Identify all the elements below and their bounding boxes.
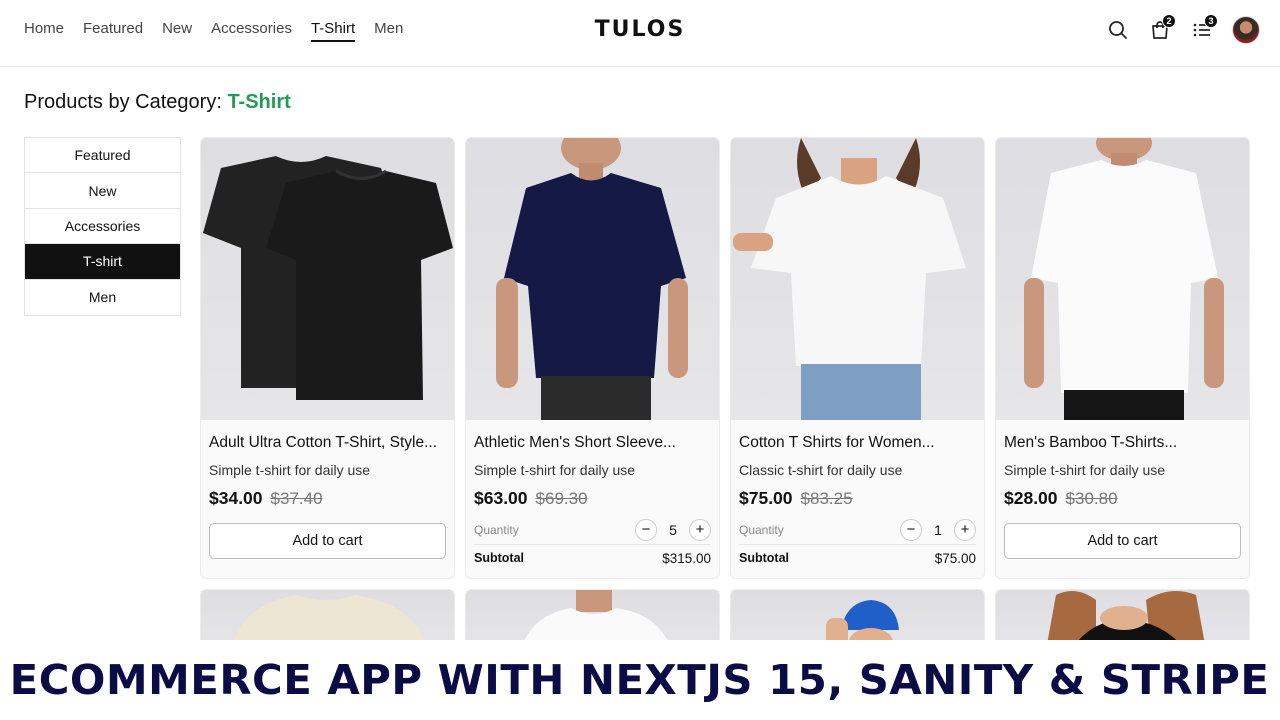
product-price: $75.00 (739, 488, 793, 508)
product-card[interactable]: Men's Bamboo T-Shirts... Simple t-shirt … (995, 137, 1250, 579)
subtotal-value: $75.00 (934, 551, 976, 566)
sidebar-item-men[interactable]: Men (25, 279, 180, 315)
brand-logo[interactable]: TULOS (0, 17, 1280, 42)
quantity-stepper: − 5 + (635, 518, 711, 541)
product-card[interactable]: Athletic Men's Short Sleeve... Simple t-… (465, 137, 720, 579)
add-to-cart-button[interactable]: Add to cart (209, 523, 446, 559)
product-card[interactable]: Adult Ultra Cotton T-Shirt, Style... Sim… (200, 137, 455, 579)
quantity-label: Quantity (474, 522, 519, 537)
price-row: $34.00 $37.40 (209, 488, 446, 509)
product-title[interactable]: Adult Ultra Cotton T-Shirt, Style... (209, 434, 446, 452)
product-old-price: $69.30 (535, 489, 588, 508)
product-image[interactable] (731, 138, 984, 420)
promo-banner: ECOMMERCE APP WITH NEXTJS 15, SANITY & S… (0, 640, 1280, 720)
banner-title: ECOMMERCE APP WITH NEXTJS 15, SANITY & S… (10, 656, 1270, 704)
page-title: Products by Category: T-Shirt (24, 91, 291, 114)
plus-icon[interactable]: + (689, 518, 711, 541)
quantity-label: Quantity (739, 522, 784, 537)
quantity-stepper: − 1 + (900, 518, 976, 541)
minus-icon[interactable]: − (635, 518, 657, 541)
quantity-value: 5 (669, 521, 677, 538)
quantity-value: 1 (934, 521, 942, 538)
shopping-bag-icon[interactable]: 2 (1148, 14, 1176, 44)
page-title-prefix: Products by Category: (24, 91, 222, 113)
subtotal-label: Subtotal (474, 551, 524, 565)
product-card[interactable]: Cotton T Shirts for Women... Classic t-s… (730, 137, 985, 579)
price-row: $28.00 $30.80 (1004, 488, 1241, 509)
subtotal-label: Subtotal (739, 551, 789, 565)
sidebar-item-new[interactable]: New (25, 173, 180, 209)
site-header: Home Featured New Accessories T-Shirt Me… (0, 0, 1280, 67)
product-title[interactable]: Cotton T Shirts for Women... (739, 434, 976, 452)
product-price: $34.00 (209, 488, 263, 508)
product-description: Simple t-shirt for daily use (209, 462, 371, 478)
product-description: Simple t-shirt for daily use (474, 462, 636, 478)
product-price: $28.00 (1004, 488, 1058, 508)
quantity-row: Quantity − 5 + (474, 518, 711, 545)
product-image[interactable] (996, 138, 1249, 420)
product-old-price: $83.25 (800, 489, 853, 508)
cart-badge: 2 (1162, 14, 1176, 28)
product-image[interactable] (201, 138, 454, 420)
price-row: $75.00 $83.25 (739, 488, 976, 509)
product-old-price: $37.40 (270, 489, 323, 508)
orders-badge: 3 (1204, 14, 1218, 28)
sidebar-item-tshirt[interactable]: T-shirt (25, 244, 180, 280)
search-icon[interactable] (1106, 16, 1130, 44)
add-to-cart-button[interactable]: Add to cart (1004, 523, 1241, 559)
price-row: $63.00 $69.30 (474, 488, 711, 509)
list-icon[interactable]: 3 (1190, 14, 1218, 44)
product-title[interactable]: Athletic Men's Short Sleeve... (474, 434, 711, 452)
sidebar-item-accessories[interactable]: Accessories (25, 208, 180, 245)
subtotal-row: Subtotal $75.00 (739, 551, 976, 566)
header-actions: 2 3 (1106, 14, 1260, 44)
user-avatar[interactable] (1232, 16, 1260, 44)
product-price: $63.00 (474, 488, 528, 508)
product-title[interactable]: Men's Bamboo T-Shirts... (1004, 434, 1241, 452)
plus-icon[interactable]: + (954, 518, 976, 541)
minus-icon[interactable]: − (900, 518, 922, 541)
product-description: Simple t-shirt for daily use (1004, 462, 1166, 478)
subtotal-row: Subtotal $315.00 (474, 551, 711, 566)
product-grid: Adult Ultra Cotton T-Shirt, Style... Sim… (200, 137, 1250, 579)
product-old-price: $30.80 (1065, 489, 1118, 508)
product-description: Classic t-shirt for daily use (739, 462, 903, 478)
product-image[interactable] (466, 138, 719, 420)
sidebar-item-featured[interactable]: Featured (25, 138, 180, 174)
quantity-row: Quantity − 1 + (739, 518, 976, 545)
page-title-category: T-Shirt (227, 91, 291, 113)
category-sidebar: Featured New Accessories T-shirt Men (24, 137, 181, 316)
subtotal-value: $315.00 (662, 551, 711, 566)
